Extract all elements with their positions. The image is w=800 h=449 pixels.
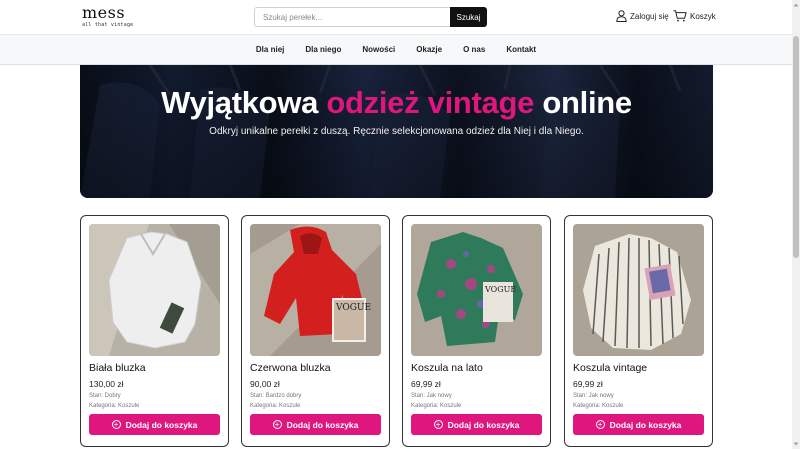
hero-title-accent: odzież vintage [326,85,535,120]
page-scrollbar[interactable] [792,0,800,449]
login-link[interactable]: Zaloguj się [616,10,669,22]
logo-wordmark: mess [82,3,126,22]
user-icon [616,10,627,22]
nav-item-dla-niej[interactable]: Dla niej [245,45,294,54]
product-card[interactable]: Biała bluzka 130,00 zł Stan: Dobry Kateg… [80,215,229,447]
add-to-cart-button[interactable]: + Dodaj do koszyka [411,414,542,435]
search-bar: Szukaj [254,7,487,27]
product-price: 69,99 zł [573,379,603,389]
add-to-cart-label: Dodaj do koszyka [447,419,520,430]
product-condition: Stan: Jak nowy [573,393,614,399]
add-to-cart-label: Dodaj do koszyka [286,419,359,430]
product-image[interactable]: VOGUE [250,224,381,356]
product-condition: Stan: Jak nowy [411,393,452,399]
site-header: mess all that vintage Szukaj Zaloguj się… [0,0,792,34]
hero-title-part2: online [534,85,632,120]
product-category: Kategoria: Koszule [573,403,624,409]
add-to-cart-label: Dodaj do koszyka [125,419,198,430]
nav-item-o-nas[interactable]: O nas [453,45,496,54]
product-card[interactable]: VOGUE Czerwona bluzka 90,00 zł Stan: Bar… [241,215,390,447]
scrollbar-thumb[interactable] [793,36,799,258]
cart-link[interactable]: Koszyk [673,10,716,22]
main-nav: Dla niej Dla niego Nowości Okazje O nas … [0,34,792,65]
product-category: Kategoria: Koszule [411,403,462,409]
hero-subtitle: Odkryj unikalne perełki z duszą. Ręcznie… [209,126,584,137]
product-price: 90,00 zł [250,379,280,389]
cart-label: Koszyk [690,11,716,21]
product-name[interactable]: Koszula vintage [573,362,647,374]
logo-tagline: all that vintage [82,22,134,28]
product-grid: Biała bluzka 130,00 zł Stan: Dobry Kateg… [80,215,713,449]
search-input[interactable] [254,7,450,27]
svg-text:VOGUE: VOGUE [335,303,371,313]
product-card[interactable]: VOGUE Koszula na lato 69,99 zł Stan: Jak… [402,215,551,447]
hero-title: Wyjątkowa odzież vintage online [80,85,713,121]
plus-circle-icon: + [111,420,121,429]
login-label: Zaloguj się [630,11,669,21]
product-image[interactable]: VOGUE [411,224,542,356]
scroll-down-arrow-icon[interactable] [793,441,799,447]
add-to-cart-button[interactable]: + Dodaj do koszyka [573,414,704,435]
plus-circle-icon: + [272,420,282,429]
product-price: 130,00 zł [89,379,124,389]
cart-icon [673,10,687,22]
product-condition: Stan: Dobry [89,393,121,399]
add-to-cart-button[interactable]: + Dodaj do koszyka [89,414,220,435]
nav-item-kontakt[interactable]: Kontakt [496,45,547,54]
add-to-cart-button[interactable]: + Dodaj do koszyka [250,414,381,435]
add-to-cart-label: Dodaj do koszyka [609,419,682,430]
svg-text:VOGUE: VOGUE [484,285,516,294]
product-name[interactable]: Czerwona bluzka [250,362,331,374]
product-name[interactable]: Biała bluzka [89,362,146,374]
nav-item-dla-niego[interactable]: Dla niego [295,45,352,54]
product-price: 69,99 zł [411,379,441,389]
plus-circle-icon: + [433,420,443,429]
product-category: Kategoria: Koszule [250,403,301,409]
site-logo[interactable]: mess all that vintage [82,3,134,29]
search-button[interactable]: Szukaj [450,7,487,27]
product-image[interactable] [573,224,704,356]
hero-title-part1: Wyjątkowa [161,85,327,120]
scroll-up-arrow-icon[interactable] [793,2,799,8]
product-image[interactable] [89,224,220,356]
product-category: Kategoria: Koszule [89,403,140,409]
product-condition: Stan: Bardzo dobry [250,393,302,399]
nav-item-nowosci[interactable]: Nowości [352,45,406,54]
product-name[interactable]: Koszula na lato [411,362,483,374]
nav-item-okazje[interactable]: Okazje [406,45,453,54]
product-card[interactable]: Koszula vintage 69,99 zł Stan: Jak nowy … [564,215,713,447]
plus-circle-icon: + [595,420,605,429]
hero-banner: Wyjątkowa odzież vintage online Odkryj u… [80,65,713,198]
